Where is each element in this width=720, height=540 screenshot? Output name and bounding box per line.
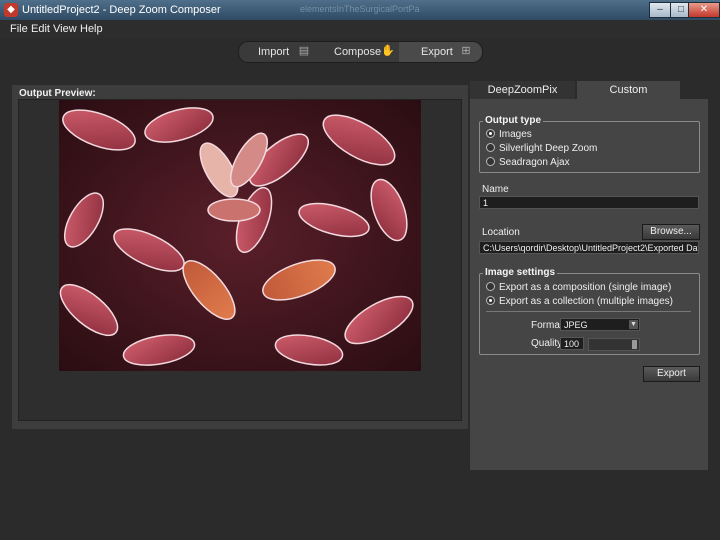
window-titlebar: ◆ UntitledProject2 - Deep Zoom Composer …	[0, 0, 720, 20]
format-label: Format	[531, 320, 563, 331]
radio-seadragon-label: Seadragon Ajax	[499, 157, 570, 168]
mode-switcher: Import ▤ Compose ✋ Export ⊞	[238, 41, 483, 63]
export-button[interactable]: Export	[643, 366, 700, 382]
output-preview-title: Output Preview:	[19, 88, 96, 99]
app-icon: ◆	[4, 3, 18, 17]
location-input[interactable]: C:\Users\qordir\Desktop\UntitledProject2…	[479, 241, 699, 254]
menu-help[interactable]: Help	[80, 23, 103, 35]
radio-dot	[486, 129, 495, 138]
quality-label: Quality	[531, 338, 563, 349]
radio-images-label: Images	[499, 129, 532, 140]
menu-view[interactable]: View	[53, 23, 77, 35]
tab-deepzoompix[interactable]: DeepZoomPix	[470, 81, 575, 99]
output-preview-panel: Output Preview:	[12, 85, 468, 429]
compose-icon: ✋	[381, 45, 395, 57]
mode-export-label: Export	[421, 46, 453, 58]
mode-import[interactable]: Import ▤	[239, 42, 319, 62]
image-settings-title: Image settings	[483, 267, 558, 278]
output-type-group: Output type Images Silverlight Deep Zoom…	[479, 115, 700, 173]
radio-seadragon-ajax[interactable]: Seadragon Ajax	[486, 157, 570, 168]
format-value: JPEG	[564, 320, 588, 330]
radio-export-collection[interactable]: Export as a collection (multiple images)	[486, 296, 673, 307]
menu-file[interactable]: File	[10, 23, 28, 35]
radio-silverlight-deep-zoom[interactable]: Silverlight Deep Zoom	[486, 143, 597, 154]
menu-edit[interactable]: Edit	[31, 23, 50, 35]
radio-dot	[486, 296, 495, 305]
menu-bar: File Edit View Help	[0, 20, 720, 38]
name-label: Name	[482, 184, 509, 195]
radio-export-composition[interactable]: Export as a composition (single image)	[486, 282, 671, 293]
radio-composition-label: Export as a composition (single image)	[499, 282, 672, 293]
import-icon: ▤	[298, 45, 310, 57]
radio-collection-label: Export as a collection (multiple images)	[499, 296, 673, 307]
export-icon: ⊞	[461, 45, 471, 57]
mode-import-label: Import	[258, 46, 290, 58]
format-select[interactable]: JPEG ▼	[560, 318, 640, 331]
radio-images[interactable]: Images	[486, 129, 532, 140]
mode-export[interactable]: Export ⊞	[399, 42, 482, 62]
browse-button[interactable]: Browse...	[642, 224, 700, 240]
quality-slider-thumb[interactable]	[632, 340, 637, 349]
export-settings-panel: Output type Images Silverlight Deep Zoom…	[470, 99, 708, 470]
radio-dot	[486, 282, 495, 291]
tab-custom[interactable]: Custom	[577, 81, 680, 99]
mode-compose-label: Compose	[334, 46, 382, 58]
preview-image	[59, 100, 421, 371]
location-label: Location	[482, 227, 520, 238]
quality-input[interactable]: 100	[560, 337, 584, 350]
image-settings-group: Image settings Export as a composition (…	[479, 267, 700, 355]
settings-divider	[486, 311, 691, 312]
background-tab-text: elementsInTheSurgicalPortPa	[300, 4, 420, 14]
radio-dot	[486, 157, 495, 166]
chevron-down-icon: ▼	[629, 320, 638, 329]
background-tab-text: ...	[185, 4, 193, 14]
preview-frame	[18, 99, 462, 421]
quality-slider[interactable]	[588, 338, 640, 351]
radio-silverlight-label: Silverlight Deep Zoom	[499, 143, 598, 154]
output-type-title: Output type	[483, 115, 544, 126]
name-input[interactable]: 1	[479, 196, 699, 209]
close-button[interactable]: ✕	[688, 2, 720, 18]
radio-dot	[486, 143, 495, 152]
mode-compose[interactable]: Compose ✋	[319, 42, 399, 62]
minimize-button[interactable]: –	[649, 2, 671, 18]
